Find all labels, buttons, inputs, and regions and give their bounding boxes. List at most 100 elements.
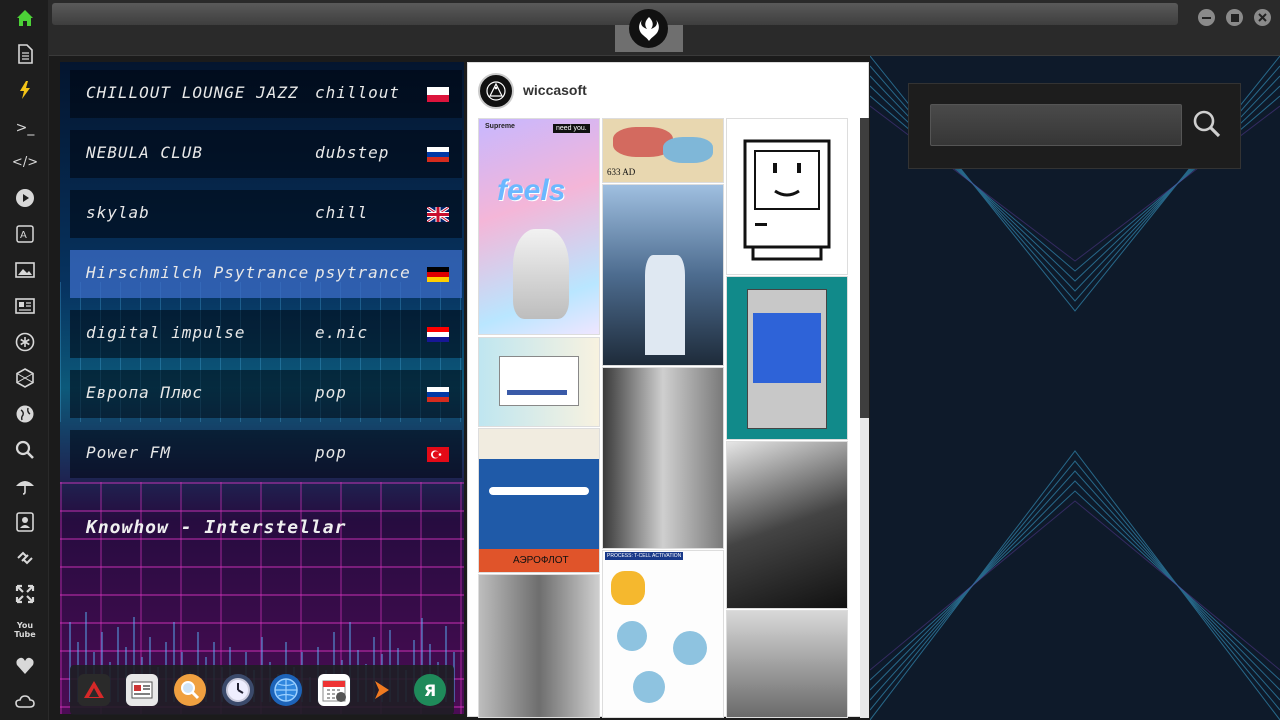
station-name: Hirschmilch Psytrance [86,263,310,282]
retro-window-tile[interactable] [726,276,848,440]
fashion-photo-tile[interactable] [602,184,724,366]
tile-text: 633 AD [607,167,636,177]
station-row[interactable]: Power FM pop [70,430,462,478]
home-icon[interactable] [12,5,38,31]
cell-shape [611,571,645,605]
calendar-icon[interactable] [318,674,350,706]
croatia-flag-icon [427,327,449,342]
retro-window-content [753,313,821,383]
translate-icon[interactable]: A [12,221,38,247]
station-genre: psytrance [315,263,411,282]
cell-shape [673,631,707,665]
image-icon[interactable] [12,257,38,283]
document-icon[interactable] [12,41,38,67]
umbrella-icon[interactable] [12,473,38,499]
station-row[interactable]: NEBULA CLUB dubstep [70,130,462,178]
tile-text: Supreme [485,123,515,130]
poland-flag-icon [427,87,449,102]
arrow-launcher-icon[interactable] [366,674,398,706]
avatar[interactable] [478,73,514,109]
youtube-icon[interactable]: You Tube [12,617,38,643]
station-row-active[interactable]: Hirschmilch Psytrance psytrance [70,250,462,298]
station-name: skylab [86,203,150,222]
station-genre: pop [315,383,347,402]
news-icon[interactable] [12,293,38,319]
feels-artwork-tile[interactable]: Supreme need you. feels [478,118,600,335]
search-icon[interactable] [12,437,38,463]
station-genre: dubstep [315,143,390,162]
uniform-portrait-tile[interactable] [726,441,848,609]
heart-icon[interactable] [12,653,38,679]
search-widget [908,83,1241,169]
expand-icon[interactable] [12,581,38,607]
poster-blue [479,459,599,559]
play-icon[interactable] [12,185,38,211]
turkey-flag-icon [427,447,449,462]
app-dock: Я [70,665,454,715]
station-row[interactable]: digital impulse e.nic [70,310,462,358]
yandex-icon[interactable]: Я [414,674,446,706]
cell-shape [633,671,665,703]
maximize-button[interactable] [1226,9,1243,26]
tile-text: need you. [553,124,590,133]
scrollbar-thumb[interactable] [860,118,869,418]
tcell-diagram-tile[interactable]: PROCESS: T-CELL ACTIVATION [602,550,724,718]
tile-text: feels [497,174,566,207]
hexagon-icon[interactable] [12,365,38,391]
model-portrait-tile[interactable] [602,367,724,549]
station-name: digital impulse [86,323,246,342]
app-sidebar: >_ </> A You Tube [0,0,49,720]
statue-bust [513,229,569,319]
altium-icon[interactable] [78,674,110,706]
code-icon[interactable]: </> [12,149,38,175]
split-face-portrait-tile[interactable] [478,574,600,718]
tile-text: PROCESS: T-CELL ACTIVATION [605,552,684,560]
happy-mac-tile[interactable] [726,118,848,275]
retro-desktop-tile[interactable] [478,337,600,427]
station-row[interactable]: skylab chill [70,190,462,238]
map-region [663,137,713,163]
magnifier-icon[interactable] [174,674,206,706]
feed-scrollbar[interactable] [860,118,869,718]
close-button[interactable] [1254,9,1271,26]
lightning-icon[interactable] [12,77,38,103]
figure-shape [645,255,685,355]
news-reader-icon[interactable] [126,674,158,706]
aeroflot-poster-tile[interactable]: АЭРОФЛОТ [478,428,600,573]
cloud-icon[interactable] [12,689,38,715]
station-name: Power FM [86,443,172,462]
uk-flag-icon [427,207,449,222]
germany-flag-icon [427,267,449,282]
minimize-button[interactable] [1198,9,1215,26]
station-row[interactable]: Европа Плюс pop [70,370,462,418]
station-genre: pop [315,443,347,462]
retro-progress [507,390,567,395]
station-row[interactable]: CHILLOUT LOUNGE JAZZ chillout [70,70,462,118]
historical-map-tile[interactable]: 633 AD [602,118,724,183]
russia-flag-icon [427,147,449,162]
search-input[interactable] [930,104,1182,146]
search-icon [1193,110,1221,138]
username[interactable]: wiccasoft [523,82,587,98]
link-icon[interactable] [12,545,38,571]
instagram-feed-panel: wiccasoft Supreme need you. feels АЭРОФЛ… [467,62,869,718]
asterisk-icon[interactable] [12,329,38,355]
station-name: Европа Плюс [86,383,203,402]
station-name: NEBULA CLUB [86,143,203,162]
station-genre: chill [315,203,369,222]
clock-icon[interactable] [222,674,254,706]
top-bar [49,0,1280,56]
desktop: >_ </> A You Tube CHILLOUT LOUNGE JAZZ c… [0,0,1280,720]
now-playing-title: Knowhow - Interstellar [86,517,347,538]
search-button[interactable] [1189,106,1225,142]
terminal-icon[interactable]: >_ [12,115,38,141]
address-bar[interactable] [52,3,1178,25]
rebel-alliance-logo-icon[interactable] [629,9,668,48]
actress-portrait-tile[interactable] [726,610,848,718]
radio-station-panel: CHILLOUT LOUNGE JAZZ chillout NEBULA CLU… [60,62,464,714]
contacts-icon[interactable] [12,509,38,535]
globe-icon[interactable] [12,401,38,427]
station-name: CHILLOUT LOUNGE JAZZ [86,83,299,102]
globe-browser-icon[interactable] [270,674,302,706]
svg-text:A: A [20,230,27,241]
